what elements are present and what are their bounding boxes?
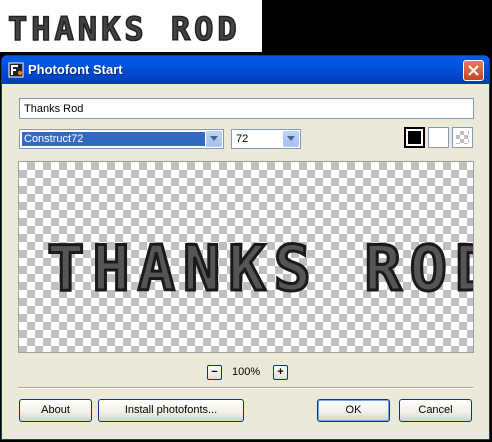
background-black-swatch[interactable]: [404, 127, 425, 148]
ok-button[interactable]: OK: [317, 399, 390, 422]
about-button[interactable]: About: [19, 399, 92, 422]
zoom-level: 100%: [232, 366, 261, 378]
font-select[interactable]: Construct72: [19, 129, 224, 149]
title-bar[interactable]: Photofont Start: [2, 56, 489, 84]
size-select-value: 72: [236, 133, 249, 145]
font-select-value: Construct72: [22, 132, 205, 146]
svg-text:THANKS ROD: THANKS ROD: [47, 232, 474, 305]
chevron-down-icon: [210, 136, 218, 141]
window-title: Photofont Start: [28, 62, 123, 77]
background-white-swatch[interactable]: [428, 127, 449, 148]
photofont-banner: THANKS ROD: [0, 0, 262, 52]
chevron-down-icon: [287, 136, 295, 141]
cancel-button[interactable]: Cancel: [399, 399, 472, 422]
minus-icon: −: [211, 366, 218, 378]
preview-text-graphic: THANKS ROD: [46, 231, 474, 307]
photofont-text-input[interactable]: [19, 98, 474, 119]
font-select-dropdown-button[interactable]: [206, 131, 222, 147]
size-select-dropdown-button[interactable]: [283, 131, 299, 147]
size-select[interactable]: 72: [231, 129, 301, 149]
photofont-preview-area: THANKS ROD: [18, 161, 474, 353]
close-icon: [468, 65, 479, 76]
close-button[interactable]: [463, 60, 484, 81]
svg-text:THANKS ROD: THANKS ROD: [8, 10, 241, 48]
install-photofonts-button[interactable]: Install photofonts...: [98, 399, 244, 422]
background-transparent-swatch[interactable]: [452, 127, 473, 148]
white-color-fill: [432, 131, 445, 144]
photofont-start-dialog: Photofont Start Construct72 72 THANKS RO…: [1, 55, 490, 440]
button-divider: [18, 387, 473, 389]
banner-text-graphic: THANKS ROD: [7, 9, 241, 49]
zoom-in-button[interactable]: +: [273, 365, 288, 380]
checker-color-fill: [456, 131, 469, 144]
photofont-app-icon: [8, 62, 24, 78]
black-color-fill: [408, 131, 421, 144]
plus-icon: +: [277, 366, 284, 378]
zoom-out-button[interactable]: −: [207, 365, 222, 380]
